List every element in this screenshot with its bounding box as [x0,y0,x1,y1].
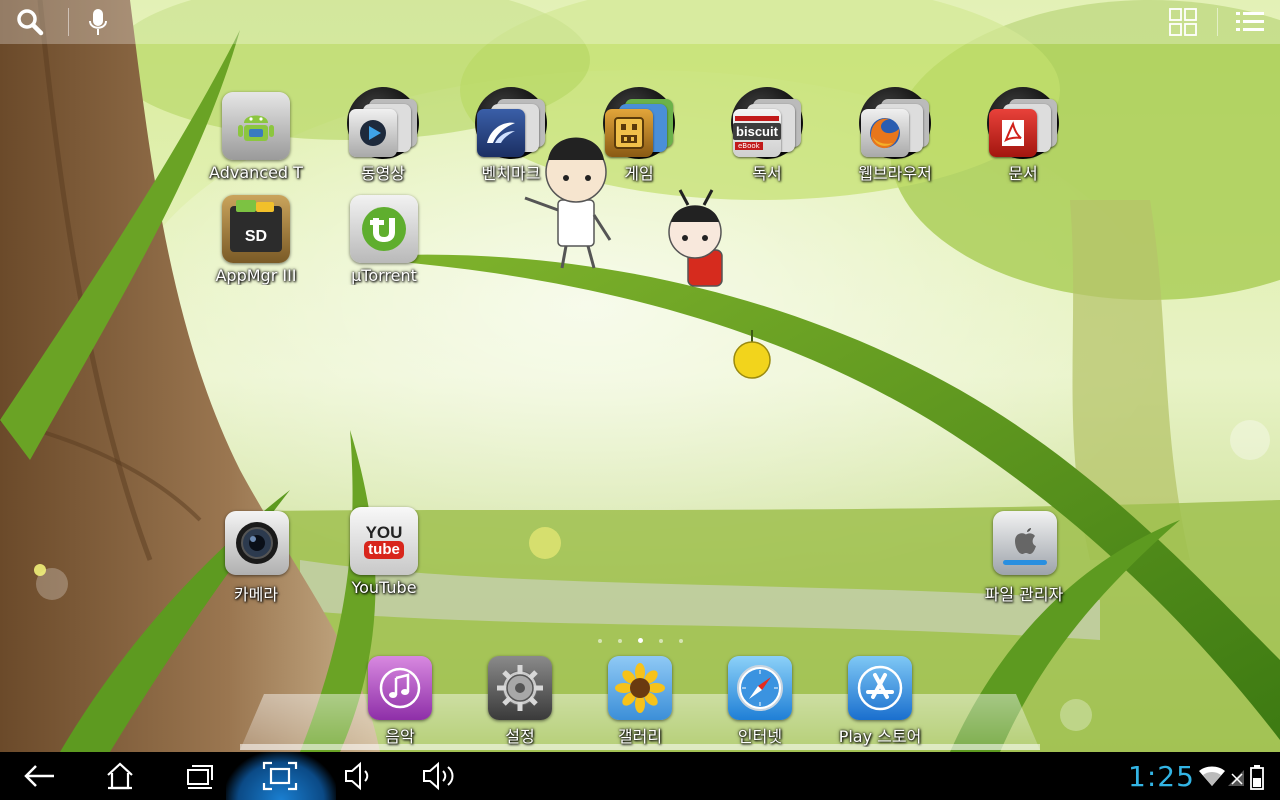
sunflower-icon [608,656,672,720]
app-label: AppMgr III [215,266,297,285]
pdf-icon [989,109,1037,157]
music-note-icon [368,656,432,720]
volume-up-icon[interactable] [400,752,480,800]
page-dot-active[interactable] [637,638,643,643]
app-label: 웹브라우저 [858,164,932,183]
folder-web-browser[interactable]: 웹브라우저 [835,87,955,184]
benchmark-icon [477,109,525,157]
youtube-you: YOU [365,522,403,542]
app-store-icon [848,656,912,720]
youtube-icon: YOU tube [350,507,418,575]
recent-apps-icon[interactable] [160,752,240,800]
youtube-tube: tube [364,540,404,559]
volume-down-icon[interactable] [320,752,400,800]
app-label: 문서 [1008,164,1038,183]
signal-icon[interactable] [1226,766,1246,788]
search-icon[interactable] [14,6,46,38]
app-advanced-t[interactable]: Advanced T [196,90,316,182]
app-label: 파일 관리자 [984,585,1064,604]
dock-label: 음악 [385,727,415,746]
apple-drive-icon [993,511,1057,575]
grid-icon[interactable] [1167,6,1199,38]
dock-internet[interactable]: 인터넷 [700,656,820,747]
dock-label: 갤러리 [617,727,663,746]
dock-label: 인터넷 [737,727,783,746]
app-label: Advanced T [209,163,303,182]
biscuit-badge: biscuit [733,123,781,140]
clock[interactable]: 1:25 [1128,760,1195,793]
app-label: YouTube [351,578,417,597]
folder-reading[interactable]: biscuit eBook 독서 [707,87,827,184]
play-icon [349,109,397,157]
app-label: 게임 [624,164,654,183]
app-label: 벤치마크 [481,164,541,183]
app-appmgr-iii[interactable]: SD AppMgr III [196,193,316,285]
app-label: 카메라 [233,585,279,604]
app-label: µTorrent [351,266,417,285]
divider [68,8,69,36]
app-label: 독서 [752,164,782,183]
app-camera[interactable]: 카메라 [196,508,316,605]
firefox-icon [861,109,909,157]
page-dot[interactable] [658,639,663,643]
compass-icon [728,656,792,720]
folder-benchmark[interactable]: 벤치마크 [451,87,571,184]
dock-gallery[interactable]: 갤러리 [580,656,700,747]
wifi-icon[interactable] [1198,764,1226,788]
screenshot-icon[interactable] [240,752,320,800]
folder-game[interactable]: 게임 [579,87,699,184]
gear-icon [488,656,552,720]
dock-settings[interactable]: 설정 [460,656,580,747]
folder-video[interactable]: 동영상 [323,87,443,184]
sd-badge: SD [244,228,268,245]
dock-label: 설정 [505,727,535,746]
page-dot[interactable] [617,639,622,643]
list-icon[interactable] [1234,6,1266,38]
home-icon[interactable] [80,752,160,800]
folder-documents[interactable]: 문서 [963,87,1083,184]
dock-label: Play 스토어 [838,727,922,746]
ebook-badge: eBook [735,142,763,150]
page-dot[interactable] [678,639,683,643]
sd-card-icon: SD [222,195,290,263]
dock-play-store[interactable]: Play 스토어 [820,656,940,747]
android-robot-icon [222,92,290,160]
biscuit-ebook-icon: biscuit eBook [733,109,781,157]
app-youtube[interactable]: YOU tube YouTube [324,505,444,597]
utorrent-icon [350,195,418,263]
battery-icon[interactable] [1249,764,1265,790]
divider [1217,8,1218,36]
dock-music[interactable]: 음악 [340,656,460,747]
top-bar [0,0,1280,44]
microphone-icon[interactable] [82,6,114,38]
temple-game-icon [605,109,653,157]
camera-icon [225,511,289,575]
page-indicator [560,636,720,646]
app-file-manager[interactable]: 파일 관리자 [964,508,1084,605]
app-utorrent[interactable]: µTorrent [324,193,444,285]
back-icon[interactable] [0,752,80,800]
page-dot[interactable] [597,639,602,643]
app-label: 동영상 [360,164,406,183]
